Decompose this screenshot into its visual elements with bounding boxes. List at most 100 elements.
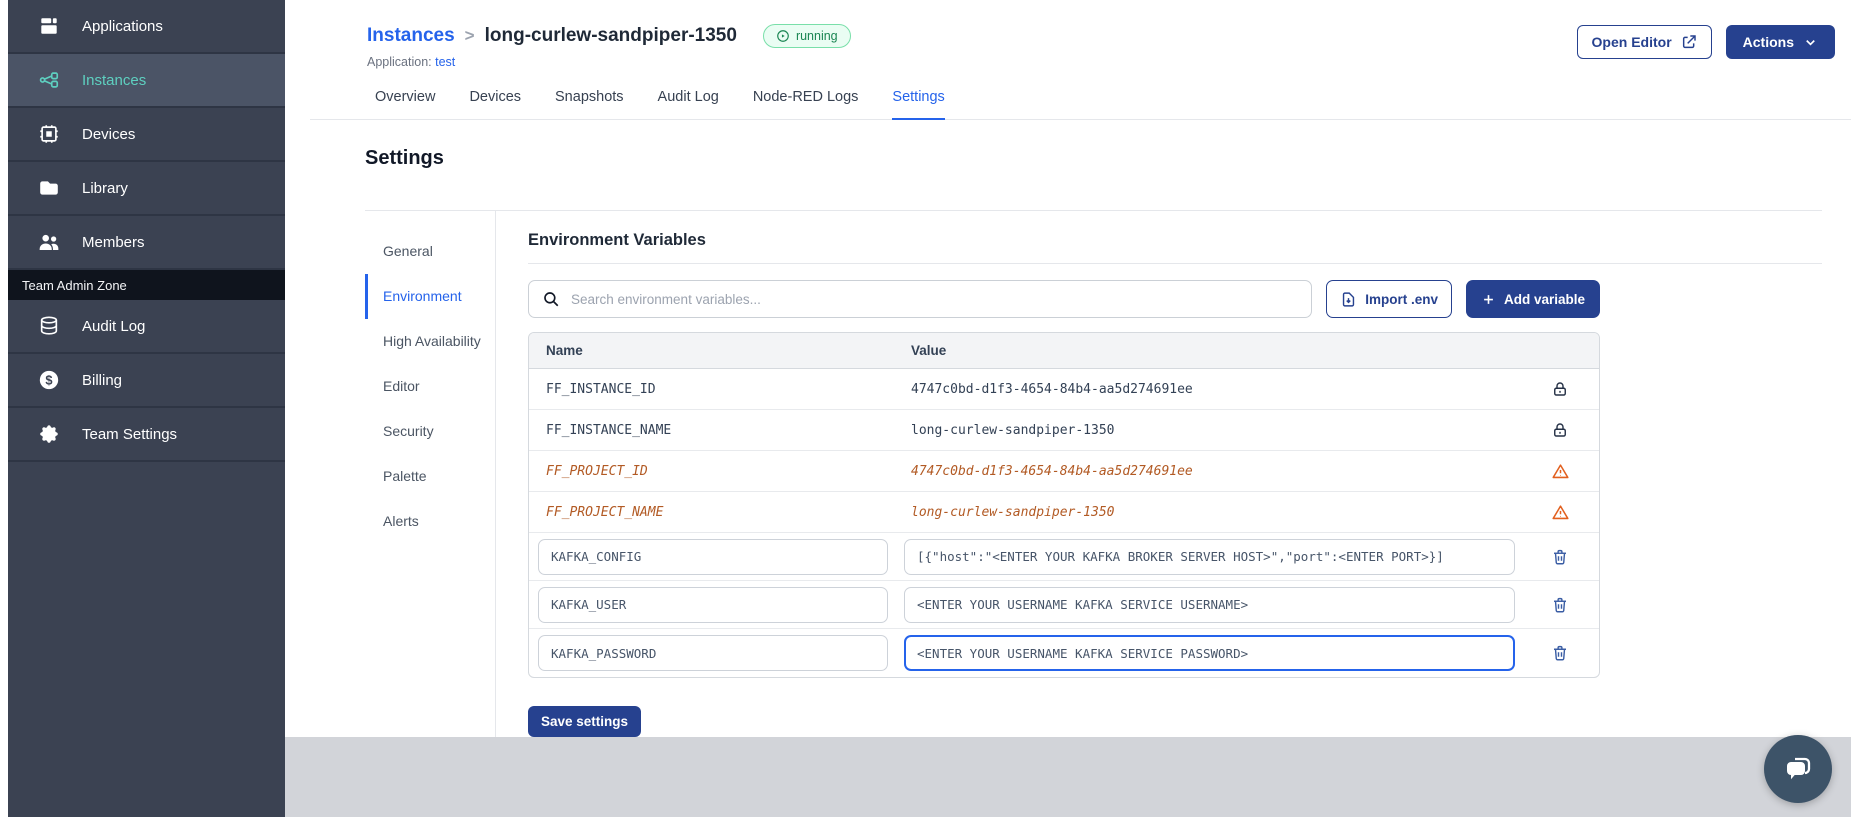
sidebar-item-label: Billing: [82, 371, 123, 389]
subnav-item-palette[interactable]: Palette: [365, 454, 495, 499]
lock-icon: [1521, 421, 1599, 439]
trash-icon[interactable]: [1521, 548, 1599, 566]
footer-strip: [285, 737, 1851, 817]
env-var-name: FF_INSTANCE_ID: [546, 381, 656, 397]
sidebar-item-label: Members: [82, 233, 145, 251]
sidebar-item-team-settings[interactable]: Team Settings: [8, 408, 285, 462]
settings-section: Settings General Environment High Availa…: [365, 147, 1822, 747]
subnav-item-security[interactable]: Security: [365, 409, 495, 454]
trash-icon[interactable]: [1521, 644, 1599, 662]
status-badge: running: [762, 24, 851, 48]
env-toolbar: Import .env Add variable: [528, 280, 1600, 318]
env-var-name: FF_PROJECT_ID: [546, 463, 648, 479]
import-env-label: Import .env: [1365, 291, 1438, 307]
search-icon: [542, 290, 560, 308]
sidebar-item-label: Audit Log: [82, 317, 146, 335]
applications-icon: [38, 15, 60, 37]
sidebar-item-label: Library: [82, 179, 128, 197]
env-var-name-input[interactable]: [538, 538, 888, 575]
save-settings-button[interactable]: Save settings: [528, 706, 642, 737]
sidebar-item-label: Instances: [82, 71, 147, 89]
env-var-name-input[interactable]: [538, 635, 888, 671]
sidebar-item-label: Devices: [82, 125, 136, 143]
devices-icon: [38, 123, 60, 145]
sidebar-item-audit-log[interactable]: Audit Log: [8, 300, 285, 354]
application-label: Application:: [367, 55, 432, 69]
subnav-item-editor[interactable]: Editor: [365, 364, 495, 409]
subnav-item-high-availability[interactable]: High Availability: [365, 319, 495, 364]
search-input[interactable]: [569, 290, 1299, 308]
tab-audit-log[interactable]: Audit Log: [658, 89, 719, 119]
breadcrumb-separator: >: [464, 26, 475, 45]
sidebar-item-label: Applications: [82, 17, 163, 35]
env-var-value: 4747c0bd-d1f3-4654-84b4-aa5d274691ee: [911, 381, 1193, 397]
tab-node-red-logs[interactable]: Node-RED Logs: [753, 89, 859, 119]
import-env-button[interactable]: Import .env: [1326, 280, 1452, 318]
tab-bar: Overview Devices Snapshots Audit Log Nod…: [310, 89, 1851, 120]
env-variables-table: Name Value FF_INSTANCE_ID 4747c0bd-d1f3-…: [528, 332, 1600, 678]
sidebar-item-billing[interactable]: $ Billing: [8, 354, 285, 408]
add-variable-button[interactable]: Add variable: [1465, 280, 1600, 318]
open-editor-label: Open Editor: [1591, 34, 1672, 50]
page-title-instance-name: long-curlew-sandpiper-1350: [484, 25, 737, 46]
env-var-value: long-curlew-sandpiper-1350: [911, 422, 1115, 438]
table-row: [529, 629, 1599, 677]
main-content: Instances > long-curlew-sandpiper-1350 r…: [285, 0, 1851, 747]
sidebar-section-team-admin-zone: Team Admin Zone: [8, 270, 285, 300]
table-header: Name Value: [529, 333, 1599, 369]
sidebar-item-members[interactable]: Members: [8, 216, 285, 270]
settings-page-title: Settings: [365, 147, 444, 169]
env-var-name-input[interactable]: [538, 586, 888, 623]
env-var-value: 4747c0bd-d1f3-4654-84b4-aa5d274691ee: [911, 463, 1193, 479]
env-var-name: FF_INSTANCE_NAME: [546, 422, 672, 438]
actions-label: Actions: [1742, 34, 1794, 50]
column-header-name: Name: [546, 343, 583, 358]
tab-overview[interactable]: Overview: [375, 89, 435, 119]
tab-snapshots[interactable]: Snapshots: [555, 89, 624, 119]
breadcrumb-instances-link[interactable]: Instances: [367, 25, 455, 47]
application-link[interactable]: test: [435, 55, 455, 69]
status-badge-label: running: [795, 29, 838, 43]
sidebar-item-instances[interactable]: Instances: [8, 54, 285, 108]
env-var-name: FF_PROJECT_NAME: [546, 504, 664, 520]
tab-settings[interactable]: Settings: [892, 89, 945, 120]
billing-icon: $: [38, 369, 60, 391]
subnav-item-environment[interactable]: Environment: [365, 274, 495, 319]
subnav-item-general[interactable]: General: [365, 229, 495, 274]
external-link-icon: [1681, 34, 1697, 50]
search-box: [528, 280, 1313, 318]
open-editor-button[interactable]: Open Editor: [1576, 25, 1712, 59]
sidebar-item-library[interactable]: Library: [8, 162, 285, 216]
table-row: FF_PROJECT_NAME long-curlew-sandpiper-13…: [529, 492, 1599, 533]
library-icon: [38, 177, 60, 199]
trash-icon[interactable]: [1521, 596, 1599, 614]
audit-log-icon: [38, 315, 60, 337]
column-header-value: Value: [911, 343, 947, 358]
table-row: [529, 581, 1599, 629]
sidebar-item-label: Team Settings: [82, 425, 178, 443]
tab-devices[interactable]: Devices: [469, 89, 521, 119]
env-var-value-input[interactable]: [904, 538, 1515, 575]
document-download-icon: [1340, 291, 1357, 308]
env-var-value-input-focused[interactable]: [904, 635, 1515, 671]
svg-text:$: $: [45, 373, 52, 388]
add-variable-label: Add variable: [1503, 291, 1585, 307]
table-row: FF_INSTANCE_NAME long-curlew-sandpiper-1…: [529, 410, 1599, 451]
table-row: FF_PROJECT_ID 4747c0bd-d1f3-4654-84b4-aa…: [529, 451, 1599, 492]
table-row: [529, 533, 1599, 581]
settings-subnav: General Environment High Availability Ed…: [365, 211, 495, 747]
chevron-down-icon: [1803, 35, 1818, 50]
env-var-value-input[interactable]: [904, 586, 1515, 623]
sidebar: Applications Instances Devices Library M…: [8, 0, 285, 817]
sidebar-item-applications[interactable]: Applications: [8, 0, 285, 54]
chat-launcher-button[interactable]: [1764, 735, 1832, 803]
subnav-item-alerts[interactable]: Alerts: [365, 499, 495, 544]
actions-button[interactable]: Actions: [1725, 25, 1835, 59]
sidebar-item-devices[interactable]: Devices: [8, 108, 285, 162]
header-buttons: Open Editor Actions: [1576, 25, 1835, 59]
env-var-value: long-curlew-sandpiper-1350: [911, 504, 1115, 520]
plus-icon: [1481, 292, 1496, 307]
play-circle-icon: [776, 29, 790, 43]
instances-icon: [38, 69, 60, 91]
warning-icon: [1521, 462, 1599, 481]
